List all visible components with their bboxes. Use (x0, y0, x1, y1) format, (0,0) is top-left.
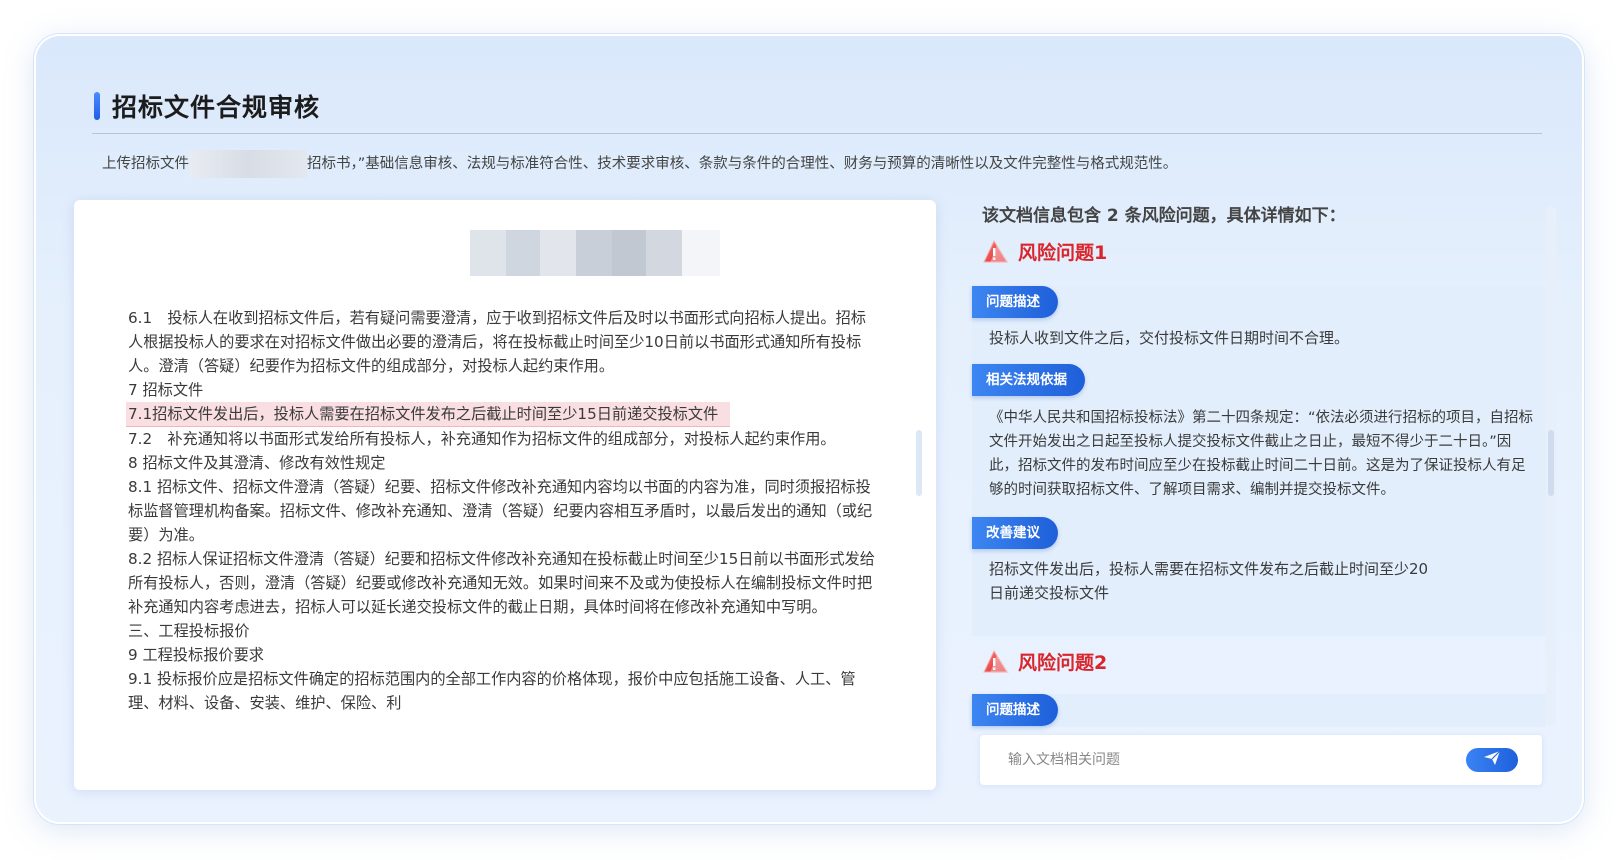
header-divider (92, 133, 1542, 134)
redacted-document-title (470, 230, 720, 276)
subtitle-prefix: 上传招标文件 (102, 156, 189, 172)
doc-paragraph: 7.2 补充通知将以书面形式发给所有投标人，补充通知作为招标文件的组成部分，对投… (128, 430, 836, 448)
doc-paragraph: 8 招标文件及其澄清、修改有效性规定 (128, 454, 386, 472)
document-body: 6.1 投标人在收到招标文件后，若有疑问需要澄清，应于收到招标文件后及时以书面形… (126, 306, 880, 715)
problem-description-text: 投标人收到文件之后，交付投标文件日期时间不合理。 (989, 329, 1350, 347)
page-title: 招标文件合规审核 (112, 93, 321, 122)
risk-title-text: 风险问题1 (1018, 242, 1108, 264)
paper-plane-icon (1483, 750, 1501, 770)
risk-panel-scrollbar[interactable] (1548, 430, 1554, 496)
page-subtitle: 上传招标文件 招标书，”基础信息审核、法规与标准符合性、技术要求审核、条款与条件的… (102, 150, 1178, 178)
suggestion-line: 招标文件发出后，投标人需要在招标文件发布之后截止时间至少20 (989, 560, 1429, 578)
doc-paragraph: 6.1 投标人在收到招标文件后，若有疑问需要澄清，应于收到招标文件后及时以书面形… (128, 309, 866, 375)
doc-paragraph: 8.1 招标文件、招标文件澄清（答疑）纪要、招标文件修改补充通知内容均以书面的内… (128, 478, 873, 544)
question-input-bar (980, 735, 1542, 785)
suggestion-line: 日前递交投标文件 (989, 584, 1110, 602)
doc-paragraph: 9 工程投标报价要求 (128, 646, 264, 664)
risk-title-1: 风险问题1 (982, 238, 1107, 265)
risk-summary-header: 该文档信息包含 2 条风险问题，具体详情如下： (982, 206, 1346, 226)
subtitle-suffix: 招标书，”基础信息审核、法规与标准符合性、技术要求审核、条款与条件的合理性、财务… (307, 156, 1178, 172)
suggestion-tag: 改善建议 (972, 517, 1058, 549)
risk-title-text: 风险问题2 (1018, 652, 1108, 674)
doc-paragraph: 三、工程投标报价 (128, 622, 250, 640)
document-preview[interactable]: 6.1 投标人在收到招标文件后，若有疑问需要澄清，应于收到招标文件后及时以书面形… (74, 200, 936, 790)
doc-paragraph: 9.1 投标报价应是招标文件确定的招标范围内的全部工作内容的价格体现，报价中应包… (128, 670, 856, 712)
highlighted-risk-clause[interactable]: 7.1招标文件发出后，投标人需要在招标文件发布之后截止时间至少15日前递交投标文… (126, 402, 731, 427)
risk-card-2: 问题描述 (972, 694, 1546, 727)
page-header: 招标文件合规审核 (94, 88, 320, 124)
document-scrollbar[interactable] (916, 430, 922, 496)
redacted-filename (189, 150, 307, 178)
problem-description-tag: 问题描述 (972, 694, 1058, 726)
legal-basis-text: 《中华人民共和国招标投标法》第二十四条规定：“依法必须进行招标的项目，自招标文件… (989, 410, 1534, 498)
title-accent-bar (94, 92, 100, 120)
risk-card-1: 问题描述 投标人收到文件之后，交付投标文件日期时间不合理。 相关法规依据 《中华… (972, 286, 1546, 636)
legal-basis-tag: 相关法规依据 (972, 364, 1085, 396)
suggestion-text: 招标文件发出后，投标人需要在招标文件发布之后截止时间至少20 日前递交投标文件 (989, 557, 1539, 605)
warning-triangle-icon (982, 649, 1010, 675)
doc-paragraph: 7 招标文件 (128, 381, 204, 399)
send-button[interactable] (1466, 748, 1518, 772)
question-input[interactable] (1008, 747, 1438, 773)
warning-triangle-icon (982, 239, 1010, 265)
doc-paragraph: 8.2 招标人保证招标文件澄清（答疑）纪要和招标文件修改补充通知在投标截止时间至… (128, 550, 875, 616)
risk-title-2: 风险问题2 (982, 648, 1107, 675)
problem-description-tag: 问题描述 (972, 286, 1058, 318)
